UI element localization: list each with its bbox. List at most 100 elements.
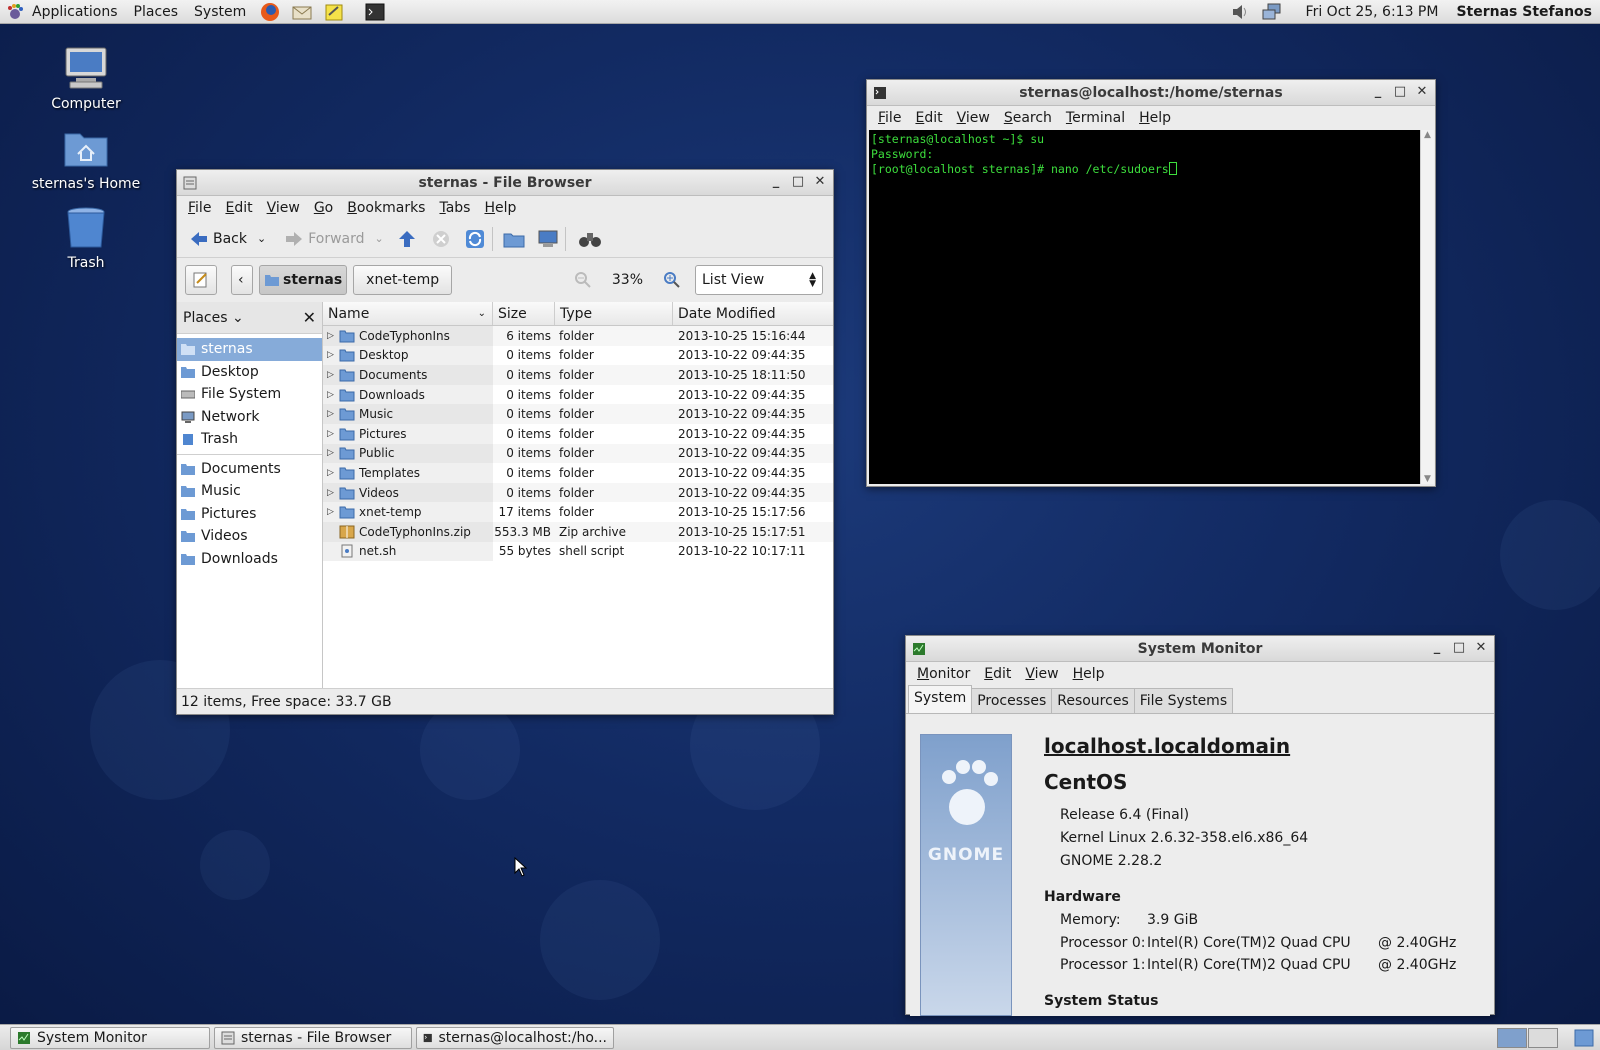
column-header-type[interactable]: Type — [555, 302, 673, 325]
table-row[interactable]: CodeTyphonIns.zip 553.3 MB Zip archive 2013… — [323, 521, 833, 542]
up-arrow-icon[interactable] — [396, 229, 418, 249]
close-sidebar-icon[interactable]: ✕ — [303, 308, 316, 327]
back-history-dropdown-icon[interactable]: ⌄ — [251, 232, 272, 245]
sidebar-item-sternas[interactable]: sternas — [177, 338, 322, 361]
network-icon[interactable] — [1262, 3, 1282, 21]
workspace-2[interactable] — [1528, 1028, 1558, 1048]
taskbar-file-browser[interactable]: sternas - File Browser — [214, 1026, 412, 1049]
sidebar-type-selector[interactable]: Places ⌄ — [183, 310, 244, 326]
minimize-button[interactable]: _ — [1371, 83, 1385, 101]
reload-icon[interactable] — [464, 229, 486, 249]
file-browser-titlebar[interactable]: sternas - File Browser _ □ ✕ — [177, 170, 833, 196]
table-row[interactable]: ▷ Music 0 items folder 2013-10-22 09:44:35 — [323, 404, 833, 424]
menu-help[interactable]: Help — [1066, 666, 1112, 682]
toggle-location-entry-button[interactable] — [185, 265, 217, 295]
tab-system[interactable]: System — [908, 685, 973, 713]
sidebar-item-desktop[interactable]: Desktop — [177, 361, 322, 384]
search-binoculars-icon[interactable] — [578, 229, 602, 249]
forward-history-dropdown-icon[interactable]: ⌄ — [369, 232, 390, 245]
expand-triangle-icon[interactable]: ▷ — [327, 488, 335, 498]
close-button[interactable]: ✕ — [1474, 639, 1488, 657]
table-row[interactable]: ▷ Desktop 0 items folder 2013-10-22 09:44:35 — [323, 345, 833, 366]
taskbar-terminal[interactable]: sternas@localhost:/ho... — [416, 1026, 614, 1049]
system-menu[interactable]: System — [186, 0, 254, 24]
clock[interactable]: Fri Oct 25, 6:13 PM — [1288, 4, 1457, 20]
forward-button[interactable]: Forward — [280, 224, 368, 254]
window-menu-icon[interactable] — [183, 176, 197, 190]
expand-triangle-icon[interactable]: ▷ — [327, 370, 335, 380]
home-icon[interactable] — [503, 229, 525, 249]
column-header-size[interactable]: Size — [493, 302, 555, 325]
taskbar-system-monitor[interactable]: System Monitor — [10, 1026, 210, 1049]
table-row[interactable]: net.sh 55 bytes shell script 2013-10-22 10:… — [323, 541, 833, 562]
system-monitor-titlebar[interactable]: System Monitor _ □ ✕ — [906, 636, 1494, 662]
expand-triangle-icon[interactable]: ▷ — [327, 350, 335, 360]
menu-file[interactable]: File — [181, 200, 218, 216]
terminal-launcher-icon[interactable] — [364, 2, 386, 22]
desktop-icon-computer[interactable]: Computer — [21, 44, 151, 112]
table-row[interactable]: ▷ Videos 0 items folder 2013-10-22 09:44:35 — [323, 482, 833, 503]
minimize-button[interactable]: _ — [1430, 639, 1444, 657]
menu-help[interactable]: Help — [1132, 110, 1178, 126]
zoom-in-icon[interactable] — [663, 271, 681, 289]
sidebar-item-trash[interactable]: Trash — [177, 428, 322, 451]
minimize-button[interactable]: _ — [769, 173, 783, 191]
table-row[interactable]: ▷ CodeTyphonIns 6 items folder 2013-10-25 15… — [323, 326, 833, 346]
terminal-scrollbar[interactable]: ▲ ▼ — [1420, 130, 1434, 484]
menu-edit[interactable]: Edit — [908, 110, 949, 126]
close-button[interactable]: ✕ — [813, 173, 827, 191]
expand-triangle-icon[interactable]: ▷ — [327, 331, 335, 341]
computer-icon-small[interactable] — [537, 229, 559, 249]
maximize-button[interactable]: □ — [1452, 639, 1466, 657]
expand-triangle-icon[interactable]: ▷ — [327, 468, 335, 478]
zoom-out-icon[interactable] — [574, 271, 592, 289]
mail-launcher-icon[interactable] — [291, 2, 313, 22]
close-button[interactable]: ✕ — [1415, 83, 1429, 101]
menu-help[interactable]: Help — [477, 200, 523, 216]
terminal-screen[interactable]: [sternas@localhost ~]$ su Password: [root@… — [869, 130, 1421, 484]
sidebar-bookmark-music[interactable]: Music — [177, 480, 322, 503]
sidebar-item-file-system[interactable]: File System — [177, 383, 322, 406]
menu-view[interactable]: View — [950, 110, 997, 126]
menu-monitor[interactable]: Monitor — [910, 666, 977, 682]
path-button-xnet-temp[interactable]: xnet-temp — [353, 265, 453, 295]
workspace-1[interactable] — [1497, 1028, 1527, 1048]
sidebar-item-network[interactable]: Network — [177, 406, 322, 429]
desktop-icon-trash[interactable]: Trash — [21, 203, 151, 271]
stop-icon[interactable] — [430, 229, 452, 249]
menu-bookmarks[interactable]: Bookmarks — [340, 200, 432, 216]
tab-resources[interactable]: Resources — [1051, 688, 1135, 713]
expand-triangle-icon[interactable]: ▷ — [327, 409, 335, 419]
tab-file-systems[interactable]: File Systems — [1133, 688, 1234, 713]
table-row[interactable]: ▷ Documents 0 items folder 2013-10-25 18:11:… — [323, 365, 833, 385]
menu-search[interactable]: Search — [997, 110, 1059, 126]
column-header-name[interactable]: Name ⌄ — [323, 302, 493, 325]
table-row[interactable]: ▷ Downloads 0 items folder 2013-10-22 09:44:… — [323, 384, 833, 405]
sidebar-bookmark-pictures[interactable]: Pictures — [177, 503, 322, 526]
menu-edit[interactable]: Edit — [977, 666, 1018, 682]
menu-view[interactable]: View — [260, 200, 307, 216]
menu-tabs[interactable]: Tabs — [432, 200, 477, 216]
column-header-date[interactable]: Date Modified — [673, 302, 828, 325]
maximize-button[interactable]: □ — [791, 173, 805, 191]
table-row[interactable]: ▷ Pictures 0 items folder 2013-10-22 09:44:3… — [323, 423, 833, 444]
expand-triangle-icon[interactable]: ▷ — [327, 507, 335, 517]
terminal-window-icon[interactable] — [873, 86, 887, 100]
sidebar-bookmark-downloads[interactable]: Downloads — [177, 548, 322, 571]
applications-menu[interactable]: Applications — [24, 0, 126, 24]
menu-go[interactable]: Go — [307, 200, 340, 216]
view-mode-select[interactable]: List View ▲ ▼ — [695, 265, 823, 295]
menu-terminal[interactable]: Terminal — [1059, 110, 1132, 126]
expand-triangle-icon[interactable]: ▷ — [327, 390, 335, 400]
expand-triangle-icon[interactable]: ▷ — [327, 429, 335, 439]
firefox-launcher-icon[interactable] — [259, 2, 281, 22]
notes-launcher-icon[interactable] — [323, 2, 345, 22]
volume-icon[interactable] — [1230, 3, 1250, 21]
user-menu[interactable]: Sternas Stefanos — [1456, 4, 1600, 20]
table-row[interactable]: ▷ Templates 0 items folder 2013-10-22 09:44:… — [323, 463, 833, 483]
tab-processes[interactable]: Processes — [971, 688, 1053, 713]
menu-view[interactable]: View — [1018, 666, 1065, 682]
expand-triangle-icon[interactable]: ▷ — [327, 448, 335, 458]
back-button[interactable]: Back — [185, 224, 251, 254]
path-button-sternas[interactable]: sternas — [259, 265, 348, 295]
